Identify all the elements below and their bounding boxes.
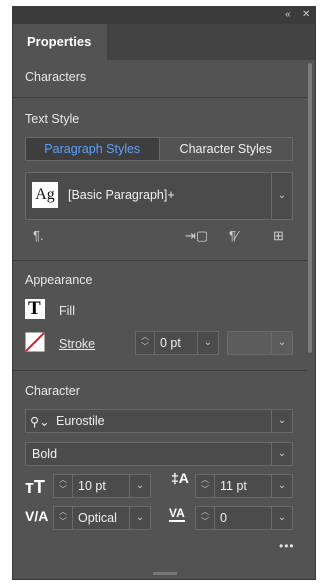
leading-field[interactable]: ︿ ﹀ 11 pt ⌄ bbox=[195, 474, 293, 498]
section-character-title: Character bbox=[25, 384, 80, 398]
section-appearance-title: Appearance bbox=[25, 273, 93, 287]
divider bbox=[13, 260, 307, 261]
stepper-icon[interactable]: ︿ ﹀ bbox=[54, 475, 73, 497]
chevron-down-icon[interactable]: ⌄ bbox=[197, 332, 218, 354]
chevron-down-icon[interactable]: ⌄ bbox=[271, 173, 292, 219]
leading-icon: ‡A bbox=[171, 470, 189, 486]
tab-properties[interactable]: Properties bbox=[13, 24, 107, 60]
panel-title-bar: « ✕ bbox=[13, 7, 315, 24]
more-options-icon[interactable]: ••• bbox=[279, 539, 295, 553]
font-size-value: 10 pt bbox=[78, 479, 106, 493]
font-family-value: Eurostile bbox=[56, 414, 105, 428]
divider bbox=[13, 370, 307, 371]
paragraph-styles-tab[interactable]: Paragraph Styles bbox=[26, 138, 160, 160]
kerning-field[interactable]: ︿ ﹀ Optical ⌄ bbox=[53, 506, 151, 530]
scrollbar[interactable] bbox=[308, 63, 312, 353]
create-style-icon[interactable]: ⇥▢ bbox=[185, 228, 208, 244]
pilcrow-icon[interactable]: ¶. bbox=[33, 228, 44, 243]
fill-t-icon: T bbox=[28, 298, 41, 319]
collapse-icon[interactable]: « bbox=[285, 9, 291, 21]
stroke-swatch-icon[interactable] bbox=[25, 332, 45, 352]
selected-style-name: [Basic Paragraph]+ bbox=[68, 188, 175, 202]
tracking-field[interactable]: ︿ ﹀ 0 ⌄ bbox=[195, 506, 293, 530]
chevron-down-icon[interactable]: ⌄ bbox=[271, 507, 292, 529]
stroke-label[interactable]: Stroke bbox=[59, 337, 95, 351]
chevron-down-icon[interactable]: ⌄ bbox=[129, 507, 150, 529]
font-family-dropdown[interactable]: ⚲⌄ Eurostile ⌄ bbox=[25, 409, 293, 433]
resize-grip[interactable] bbox=[153, 572, 177, 575]
search-icon[interactable]: ⚲⌄ bbox=[30, 414, 50, 429]
fill-swatch[interactable]: T bbox=[25, 298, 45, 319]
section-text-style-title: Text Style bbox=[25, 112, 80, 126]
chevron-down-icon[interactable]: ⌄ bbox=[271, 475, 292, 497]
chevron-down-icon[interactable]: ⌄ bbox=[271, 443, 292, 465]
tab-bar: Properties bbox=[13, 24, 315, 60]
font-style-value: Bold bbox=[32, 447, 58, 461]
stroke-weight-field[interactable]: ︿ ﹀ 0 pt ⌄ bbox=[135, 331, 219, 355]
chevron-down-icon[interactable]: ⌄ bbox=[271, 410, 292, 432]
new-style-icon[interactable]: ⊞ bbox=[273, 228, 284, 244]
leading-value: 11 pt bbox=[220, 479, 247, 493]
chevron-down-icon[interactable]: ⌄ bbox=[129, 475, 150, 497]
style-preview-icon: Ag bbox=[32, 182, 58, 208]
tracking-icon: VA bbox=[169, 506, 185, 522]
character-styles-tab[interactable]: Character Styles bbox=[160, 138, 293, 160]
stepper-icon[interactable]: ︿ ﹀ bbox=[196, 507, 215, 529]
close-icon[interactable]: ✕ bbox=[302, 9, 310, 21]
kerning-icon: V/A bbox=[25, 508, 49, 524]
font-size-field[interactable]: ︿ ﹀ 10 pt ⌄ bbox=[53, 474, 151, 498]
divider bbox=[13, 97, 307, 98]
properties-panel: « ✕ Properties Characters Text Style Par… bbox=[12, 6, 316, 580]
stroke-weight-value: 0 pt bbox=[160, 336, 181, 350]
clear-overrides-icon[interactable]: ¶⁄ bbox=[229, 228, 238, 243]
fill-label: Fill bbox=[59, 304, 75, 318]
tracking-value: 0 bbox=[220, 511, 227, 525]
font-style-dropdown[interactable]: Bold ⌄ bbox=[25, 442, 293, 466]
stepper-icon[interactable]: ︿ ﹀ bbox=[54, 507, 73, 529]
section-characters-title: Characters bbox=[25, 70, 87, 84]
style-type-toggle: Paragraph Styles Character Styles bbox=[25, 137, 293, 161]
paragraph-style-dropdown[interactable]: Ag [Basic Paragraph]+ ⌄ bbox=[25, 172, 293, 220]
chevron-down-icon[interactable]: ⌄ bbox=[271, 332, 292, 354]
stepper-icon[interactable]: ︿ ﹀ bbox=[136, 332, 155, 354]
font-size-icon: тT bbox=[25, 477, 45, 497]
stepper-icon[interactable]: ︿ ﹀ bbox=[196, 475, 215, 497]
stroke-type-dropdown[interactable]: ⌄ bbox=[227, 331, 293, 355]
kerning-value: Optical bbox=[78, 511, 117, 525]
